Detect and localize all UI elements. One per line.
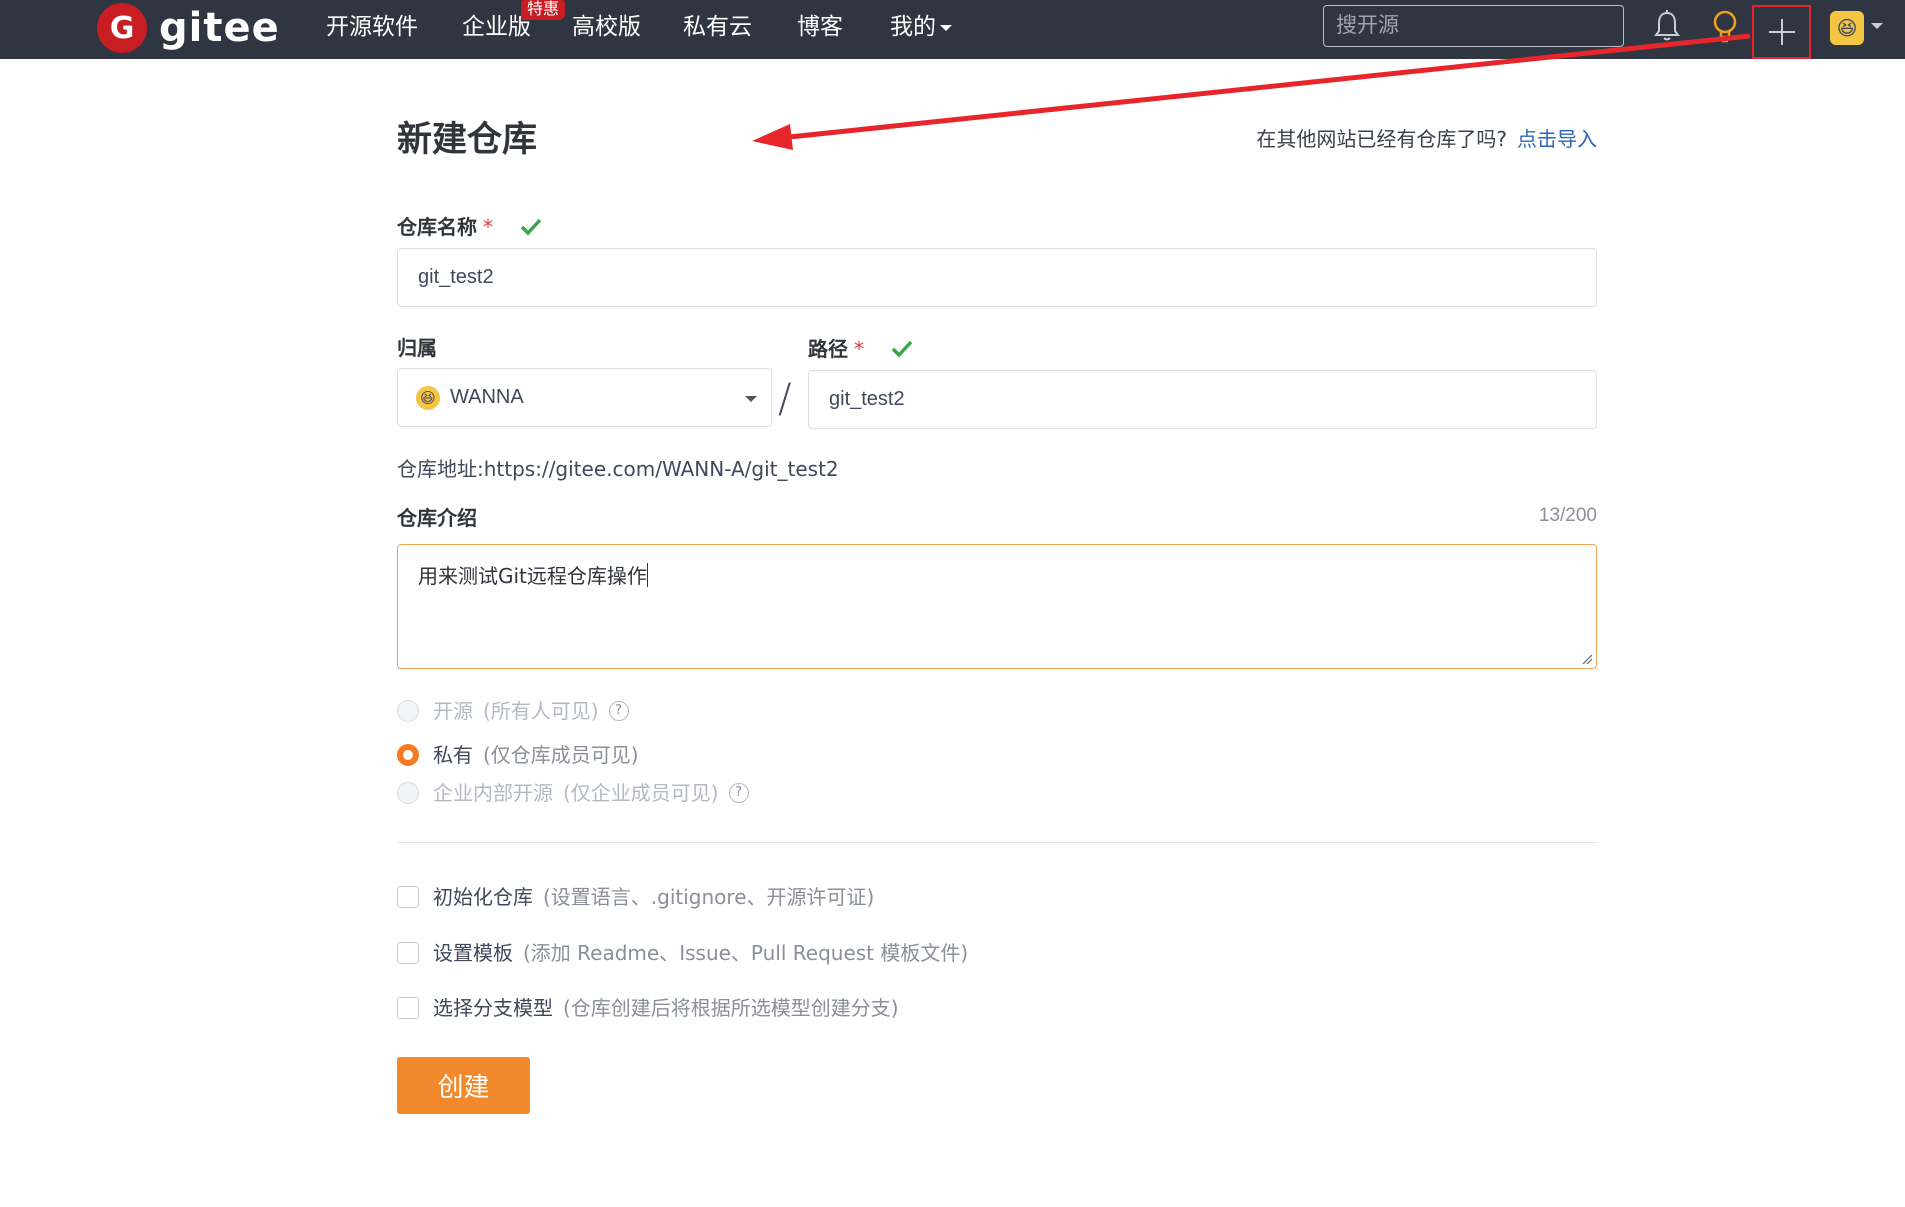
plus-icon: [1768, 19, 1795, 45]
option-label: 选择分支模型: [433, 996, 553, 1020]
required-mark: *: [483, 215, 493, 239]
resize-handle-icon[interactable]: [1581, 653, 1593, 665]
visibility-option-internal[interactable]: 企业内部开源 (仅企业成员可见) ?: [397, 778, 749, 808]
import-hint: 在其他网站已经有仓库了吗? 点击导入: [1256, 124, 1597, 154]
visibility-label: 开源: [433, 699, 473, 723]
check-icon: [891, 340, 913, 358]
nav-item-open-source[interactable]: 开源软件: [326, 10, 418, 44]
nav-item-private-cloud[interactable]: 私有云: [683, 10, 752, 44]
section-divider: [397, 842, 1597, 843]
desc-text: 用来测试Git远程仓库操作: [418, 564, 647, 588]
visibility-hint: (仅仓库成员可见): [483, 743, 639, 767]
option-hint: (添加 Readme、Issue、Pull Request 模板文件): [523, 941, 969, 965]
repo-url: 仓库地址:https://gitee.com/WANN-A/git_test2: [397, 457, 839, 481]
option-label: 初始化仓库: [433, 885, 533, 909]
path-label-row: 路径 *: [808, 334, 913, 364]
option-branch-model[interactable]: 选择分支模型 (仓库创建后将根据所选模型创建分支): [397, 993, 899, 1023]
owner-avatar-icon: 😆: [416, 385, 440, 410]
visibility-hint: (所有人可见): [483, 699, 599, 723]
radio-public[interactable]: [397, 700, 419, 722]
desc-counter: 13/200: [1538, 505, 1597, 526]
path-input[interactable]: git_test2: [808, 370, 1597, 429]
radio-internal[interactable]: [397, 782, 419, 804]
option-init-repo[interactable]: 初始化仓库 (设置语言、.gitignore、开源许可证): [397, 882, 874, 912]
repo-name-label-row: 仓库名称 *: [397, 212, 542, 242]
repo-name-input[interactable]: git_test2: [397, 248, 1597, 307]
lightbulb-icon[interactable]: [1711, 9, 1739, 45]
avatar-chevron-down-icon[interactable]: [1871, 23, 1883, 29]
desc-label: 仓库介绍: [397, 506, 477, 530]
bell-icon[interactable]: [1652, 9, 1682, 43]
top-navbar: G gitee 开源软件 企业版 特惠 高校版 私有云 博客 我的 😆: [0, 0, 1905, 59]
avatar-emoji-icon[interactable]: 😆: [1830, 11, 1864, 45]
checkbox-set-template[interactable]: [397, 942, 419, 964]
visibility-label: 企业内部开源: [433, 781, 553, 805]
text-cursor: [646, 563, 648, 587]
import-prompt: 在其他网站已经有仓库了吗?: [1256, 127, 1507, 151]
check-icon: [520, 218, 542, 236]
option-hint: (仓库创建后将根据所选模型创建分支): [563, 996, 899, 1020]
required-mark: *: [854, 337, 864, 361]
option-hint: (设置语言、.gitignore、开源许可证): [543, 885, 875, 909]
checkbox-branch-model[interactable]: [397, 997, 419, 1019]
search-input[interactable]: [1323, 5, 1624, 47]
create-button[interactable]: 创建: [397, 1057, 530, 1114]
repo-name-label: 仓库名称: [397, 215, 477, 239]
chevron-down-icon: [940, 24, 952, 31]
nav-item-blog[interactable]: 博客: [797, 10, 843, 44]
owner-select[interactable]: 😆 WANNA: [397, 368, 772, 427]
page-title: 新建仓库: [397, 120, 538, 160]
option-set-template[interactable]: 设置模板 (添加 Readme、Issue、Pull Request 模板文件): [397, 938, 968, 968]
radio-private[interactable]: [397, 744, 419, 766]
visibility-option-public[interactable]: 开源 (所有人可见) ?: [397, 696, 629, 726]
create-new-button[interactable]: [1752, 5, 1811, 59]
owner-select-value: WANNA: [450, 386, 524, 408]
nav-item-mine-label: 我的: [890, 14, 936, 40]
desc-textarea[interactable]: 用来测试Git远程仓库操作: [397, 544, 1597, 669]
nav-item-education[interactable]: 高校版: [572, 10, 641, 44]
path-separator: /: [778, 376, 792, 422]
logo-text: gitee: [159, 5, 280, 51]
checkbox-init-repo[interactable]: [397, 886, 419, 908]
import-link[interactable]: 点击导入: [1517, 127, 1597, 151]
visibility-hint: (仅企业成员可见): [563, 781, 719, 805]
gitee-logo[interactable]: G gitee: [97, 3, 280, 53]
owner-label: 归属: [397, 336, 437, 360]
option-label: 设置模板: [433, 941, 513, 965]
help-icon[interactable]: ?: [728, 783, 749, 803]
path-label: 路径: [808, 337, 848, 361]
visibility-option-private[interactable]: 私有 (仅仓库成员可见): [397, 740, 639, 770]
nav-item-mine[interactable]: 我的: [890, 10, 952, 44]
chevron-down-icon: [745, 396, 757, 402]
gitee-logo-icon: G: [97, 3, 147, 53]
promo-badge: 特惠: [521, 0, 566, 20]
visibility-label: 私有: [433, 743, 473, 767]
help-icon[interactable]: ?: [608, 701, 629, 721]
